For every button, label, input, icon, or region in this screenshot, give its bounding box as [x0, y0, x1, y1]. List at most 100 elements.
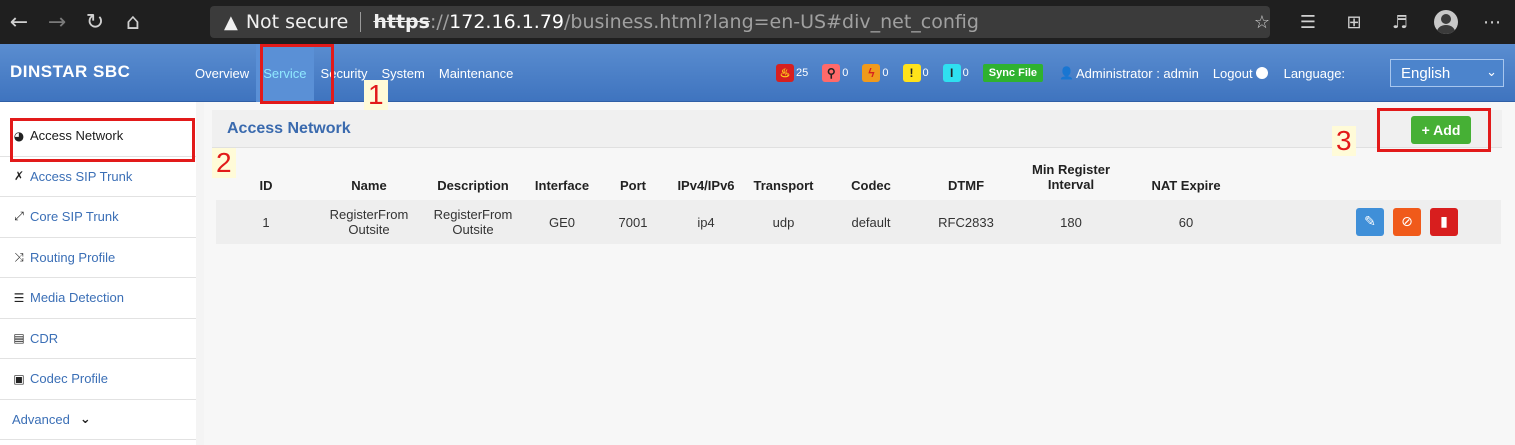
- cell-port: 7001: [618, 215, 648, 230]
- sidebar-item-advanced[interactable]: Advanced ⌄: [0, 400, 196, 440]
- critical-alarm-count: 25: [796, 67, 809, 79]
- alarm-status: ♨ 25 ⚲ 0 ϟ 0 ! 0 I 0 Sync File 👤 Administ…: [776, 63, 1347, 83]
- address-bar[interactable]: ▲ Not secure https :// 172.16.1.79 /busi…: [210, 6, 1270, 38]
- chevron-down-icon: ⌄: [79, 411, 91, 427]
- col-transport: Transport: [753, 178, 814, 193]
- col-ip: IPv4/IPv6: [677, 178, 735, 193]
- language-value: English: [1401, 64, 1451, 82]
- col-description: Description: [437, 178, 509, 193]
- minor-alarm-icon[interactable]: ϟ: [862, 64, 881, 82]
- col-id: ID: [259, 178, 273, 193]
- sidebar: ◕ Access Network ✗ Access SIP Trunk ⤢ Core …: [0, 116, 196, 445]
- annotation-number-3: 3: [1332, 126, 1356, 156]
- url-sep: ://: [429, 11, 450, 33]
- col-min-register: Min Register Interval: [1031, 162, 1110, 192]
- cell-id: 1: [262, 215, 270, 230]
- info-alarm-count: 0: [962, 67, 969, 79]
- collections-icon[interactable]: ⊞: [1331, 0, 1377, 44]
- warning-icon: ▲: [224, 11, 238, 33]
- sidebar-item-label: Access SIP Trunk: [30, 168, 133, 184]
- language-label: Language:: [1283, 65, 1346, 81]
- sidebar-item-label: Core SIP Trunk: [30, 209, 119, 225]
- page-title: Access Network: [227, 120, 351, 137]
- main-menu: Overview Service Security System Mainten…: [188, 44, 520, 102]
- not-secure-label: Not secure: [245, 11, 349, 33]
- col-interface: Interface: [534, 178, 590, 193]
- refresh-icon[interactable]: ↻: [76, 0, 114, 44]
- read-aloud-icon[interactable]: ♬: [1377, 0, 1423, 44]
- major-alarm-icon[interactable]: ⚲: [822, 64, 841, 82]
- annotation-box-add: [1377, 108, 1491, 152]
- back-icon[interactable]: ←: [0, 0, 38, 44]
- cell-ip: ip4: [697, 215, 715, 230]
- col-name: Name: [351, 178, 387, 193]
- admin-label: Administrator : admin: [1076, 65, 1199, 81]
- user-icon: 👤: [1059, 66, 1074, 80]
- more-icon[interactable]: ⋯: [1469, 0, 1515, 44]
- sidebar-divider: [196, 102, 204, 445]
- home-icon[interactable]: ⌂: [114, 0, 152, 44]
- cell-description: RegisterFrom Outsite: [433, 207, 513, 237]
- annotation-box-access-network: [10, 118, 195, 162]
- menu-overview[interactable]: Overview: [188, 44, 256, 102]
- cell-min-register: 180: [1060, 215, 1082, 230]
- annotation-number-2: 2: [212, 148, 236, 178]
- app-header: DINSTAR SBC Overview Service Security Sy…: [0, 44, 1515, 102]
- sync-file-button[interactable]: Sync File: [982, 64, 1044, 82]
- main-content: Access Network + Add ID Name Description…: [204, 102, 1515, 445]
- sidebar-item-routing-profile[interactable]: ⤨ Routing Profile: [0, 238, 196, 278]
- browser-actions: ☆ ☰ ⊞ ♬ ⋯: [1239, 0, 1515, 44]
- shuffle-icon: ⤨: [14, 249, 24, 264]
- delete-button[interactable]: ▮: [1430, 208, 1458, 236]
- col-codec: Codec: [851, 178, 891, 193]
- logout-icon: [1255, 67, 1268, 79]
- profile-avatar[interactable]: [1423, 0, 1469, 44]
- logout-button[interactable]: Logout: [1213, 66, 1268, 81]
- disable-button[interactable]: ⊘: [1393, 208, 1421, 236]
- annotation-number-1: 1: [364, 80, 388, 110]
- minor-alarm-count: 0: [882, 67, 889, 79]
- trash-icon: ▮: [1440, 214, 1448, 230]
- cell-interface: GE0: [548, 215, 575, 230]
- tool-icon: ✗: [13, 169, 25, 184]
- expand-icon: ⤢: [14, 209, 24, 224]
- cell-nat-expire: 60: [1178, 215, 1194, 230]
- sidebar-item-access-sip-trunk[interactable]: ✗ Access SIP Trunk: [0, 157, 196, 197]
- sidebar-item-media-detection[interactable]: ☰ Media Detection: [0, 278, 196, 319]
- edit-icon: ✎: [1364, 214, 1376, 230]
- sidebar-item-label: Codec Profile: [30, 371, 109, 387]
- annotation-box-service: [260, 44, 334, 104]
- warning-alarm-count: 0: [922, 67, 929, 79]
- favorites-list-icon[interactable]: ☰: [1285, 0, 1331, 44]
- sidebar-item-label: CDR: [30, 330, 59, 346]
- menu-maintenance[interactable]: Maintenance: [432, 44, 520, 102]
- col-port: Port: [620, 178, 646, 193]
- col-nat-expire: NAT Expire: [1151, 178, 1221, 193]
- table-row[interactable]: 1 RegisterFrom Outsite RegisterFrom Outs…: [216, 200, 1501, 244]
- logout-label: Logout: [1212, 65, 1253, 81]
- critical-alarm-icon[interactable]: ♨: [776, 64, 794, 82]
- url-host: 172.16.1.79: [449, 11, 564, 33]
- sidebar-item-label: Routing Profile: [30, 249, 116, 265]
- table-header: ID Name Description Interface Port IPv4/…: [216, 156, 1501, 196]
- codec-icon: ▣: [13, 371, 25, 386]
- sidebar-item-codec-profile[interactable]: ▣ Codec Profile: [0, 359, 196, 400]
- warning-alarm-icon[interactable]: !: [902, 64, 921, 82]
- language-select[interactable]: English ⌄: [1390, 59, 1504, 87]
- admin-user[interactable]: 👤 Administrator : admin: [1059, 66, 1199, 81]
- favorite-star-icon[interactable]: ☆: [1239, 0, 1285, 44]
- panel-header: Access Network: [212, 110, 1502, 148]
- edit-button[interactable]: ✎: [1356, 208, 1384, 236]
- major-alarm-count: 0: [842, 67, 849, 79]
- forward-icon[interactable]: →: [38, 0, 76, 44]
- brand-logo: DINSTAR SBC: [10, 62, 131, 81]
- sidebar-item-cdr[interactable]: ▤ CDR: [0, 319, 196, 359]
- ban-icon: ⊘: [1401, 214, 1413, 230]
- cell-codec: default: [851, 215, 891, 230]
- profile-icon: [1434, 10, 1458, 34]
- info-alarm-icon[interactable]: I: [942, 64, 961, 82]
- cell-dtmf: RFC2833: [938, 215, 994, 230]
- address-separator: [360, 12, 362, 32]
- sidebar-item-core-sip-trunk[interactable]: ⤢ Core SIP Trunk: [0, 197, 196, 238]
- server-icon: ☰: [13, 290, 25, 305]
